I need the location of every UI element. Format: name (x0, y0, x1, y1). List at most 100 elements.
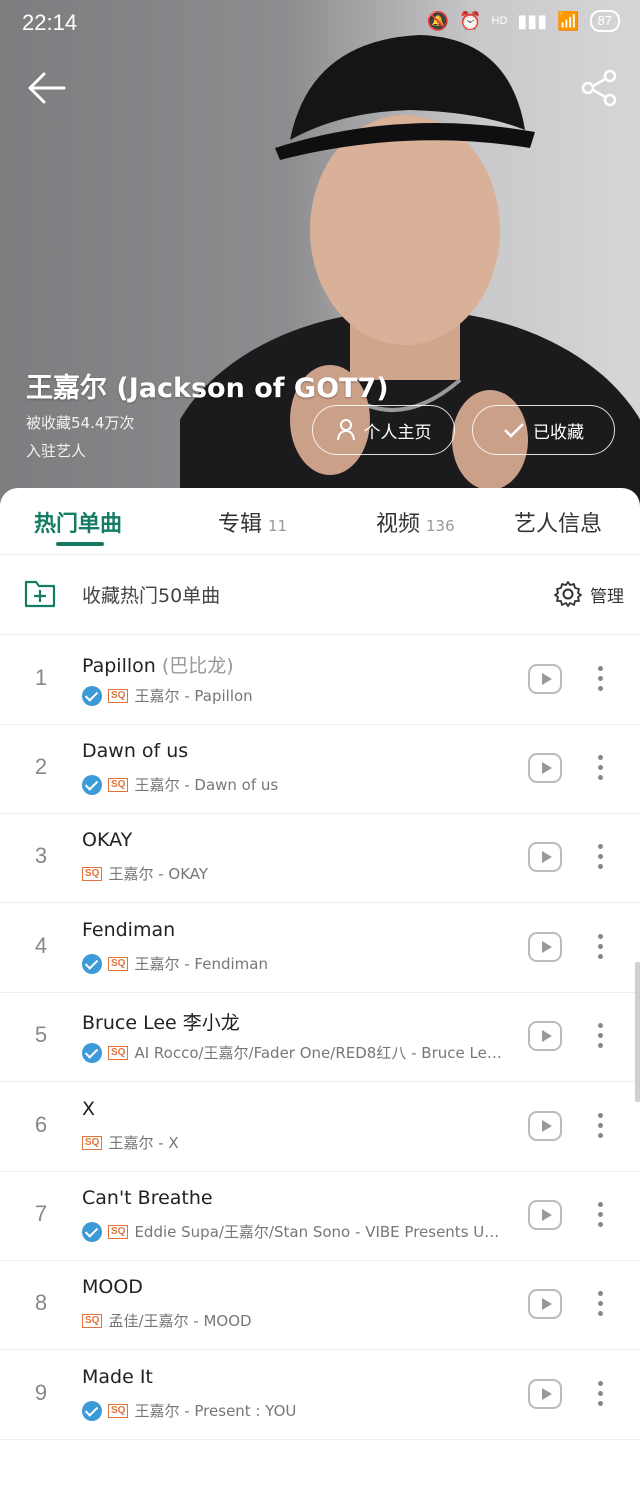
sq-badge: SQ (108, 1403, 129, 1418)
song-row[interactable]: 1 Papillon (巴比龙) SQ 王嘉尔 - Papillon (0, 635, 640, 725)
more-vertical-icon[interactable] (590, 1110, 610, 1142)
artist-homepage-button[interactable]: 个人主页 (312, 405, 455, 455)
play-icon[interactable] (528, 1021, 562, 1051)
song-title: Dawn of us (82, 740, 188, 762)
back-arrow-icon[interactable] (24, 68, 68, 108)
status-icons: 🔕 ⏰ HD ▮▮▮ 📶 87 (427, 10, 620, 32)
more-vertical-icon[interactable] (590, 1199, 610, 1231)
tab-label: 视频 (376, 512, 421, 537)
collect-hot-label[interactable]: 收藏热门50单曲 (82, 581, 220, 608)
more-vertical-icon[interactable] (590, 663, 610, 695)
song-row[interactable]: 6 X SQ 王嘉尔 - X (0, 1082, 640, 1172)
tab-albums[interactable]: 专辑 11 (218, 506, 287, 538)
song-title: Bruce Lee 李小龙 (82, 1008, 240, 1035)
network-label: HD (491, 15, 508, 27)
song-row[interactable]: 2 Dawn of us SQ 王嘉尔 - Dawn of us (0, 724, 640, 814)
share-icon[interactable] (580, 68, 620, 108)
artist-homepage-label: 个人主页 (363, 422, 432, 443)
more-vertical-icon[interactable] (590, 1378, 610, 1410)
artist-hero: 22:14 🔕 ⏰ HD ▮▮▮ 📶 87 王嘉尔 (Jackson of GO… (0, 0, 640, 520)
active-tab-indicator (56, 542, 104, 546)
favorite-count: 被收藏54.4万次 (26, 414, 135, 432)
alarm-icon: ⏰ (459, 10, 482, 31)
manage-label: 管理 (590, 586, 624, 607)
play-icon[interactable] (528, 753, 562, 783)
song-title-text: Bruce Lee 李小龙 (82, 1012, 240, 1034)
song-title-text: Dawn of us (82, 740, 189, 762)
play-icon[interactable] (528, 664, 562, 694)
song-row[interactable]: 9 Made It SQ 王嘉尔 - Present : YOU (0, 1350, 640, 1440)
status-time: 22:14 (22, 10, 78, 35)
song-artist-album: AI Rocco/王嘉尔/Fader One/RED8红八 - Bruce Le… (134, 1044, 505, 1062)
song-row[interactable]: 7 Can't Breathe SQ Eddie Supa/王嘉尔/Stan Sono… (0, 1171, 640, 1261)
tab-label: 艺人信息 (514, 512, 603, 537)
song-meta: SQ 王嘉尔 - Present : YOU (82, 1400, 296, 1421)
song-rank: 6 (34, 1112, 48, 1137)
song-rank: 8 (34, 1290, 48, 1315)
song-artist-album: 王嘉尔 - Present : YOU (134, 1402, 297, 1420)
sq-badge: SQ (82, 866, 103, 881)
more-vertical-icon[interactable] (590, 1288, 610, 1320)
song-artist-album: 王嘉尔 - OKAY (108, 865, 209, 883)
song-artist-album: 王嘉尔 - Dawn of us (134, 776, 279, 794)
more-vertical-icon[interactable] (590, 1020, 610, 1052)
tab-count: 11 (268, 517, 288, 535)
song-meta: SQ 王嘉尔 - OKAY (82, 863, 208, 884)
song-row[interactable]: 8 MOOD SQ 孟佳/王嘉尔 - MOOD (0, 1260, 640, 1350)
more-vertical-icon[interactable] (590, 841, 610, 873)
play-icon[interactable] (528, 1200, 562, 1230)
song-rank: 4 (34, 933, 48, 958)
song-artist-album: 王嘉尔 - X (108, 1134, 179, 1152)
favorited-button[interactable]: 已收藏 (472, 405, 615, 455)
tab-label: 专辑 (218, 512, 263, 537)
song-title: Can't Breathe (82, 1187, 213, 1209)
song-meta: SQ 孟佳/王嘉尔 - MOOD (82, 1310, 252, 1331)
person-icon (336, 419, 355, 441)
battery-indicator: 87 (589, 10, 620, 32)
scrollbar[interactable] (635, 962, 640, 1102)
song-artist-album: 王嘉尔 - Papillon (134, 687, 253, 705)
manage-button[interactable]: 管理 (554, 580, 624, 608)
check-icon (504, 423, 524, 438)
more-vertical-icon[interactable] (590, 752, 610, 784)
song-artist-album: Eddie Supa/王嘉尔/Stan Sono - VIBE Presents… (134, 1223, 505, 1241)
more-vertical-icon[interactable] (590, 931, 610, 963)
wifi-icon: 📶 (557, 10, 580, 31)
tab-hot-singles[interactable]: 热门单曲 (34, 506, 122, 538)
collect-hot-row: 收藏热门50单曲 管理 (0, 554, 640, 635)
play-icon[interactable] (528, 932, 562, 962)
tab-label: 热门单曲 (34, 512, 123, 537)
play-icon[interactable] (528, 1111, 562, 1141)
song-title-text: OKAY (82, 829, 133, 851)
song-rank: 2 (34, 754, 48, 779)
song-title: MOOD (82, 1276, 143, 1298)
song-row[interactable]: 3 OKAY SQ 王嘉尔 - OKAY (0, 813, 640, 903)
song-title: Papillon (巴比龙) (82, 651, 234, 678)
song-artist-album: 王嘉尔 - Fendiman (134, 955, 268, 973)
status-bar: 22:14 🔕 ⏰ HD ▮▮▮ 📶 87 (0, 0, 640, 46)
play-icon[interactable] (528, 1379, 562, 1409)
song-meta: SQ 王嘉尔 - Dawn of us (82, 774, 278, 795)
verified-icon (82, 1042, 102, 1063)
sq-badge: SQ (82, 1135, 103, 1150)
artist-name: 王嘉尔 (Jackson of GOT7) (26, 373, 389, 404)
song-title-text: MOOD (82, 1276, 143, 1298)
verified-icon (82, 1221, 102, 1242)
song-artist-album: 孟佳/王嘉尔 - MOOD (108, 1312, 252, 1330)
tab-bar: 热门单曲 专辑 11 视频 136 艺人信息 (0, 488, 640, 555)
song-title-text: Made It (82, 1366, 153, 1388)
play-icon[interactable] (528, 842, 562, 872)
verified-icon (82, 1400, 102, 1421)
song-title: Made It (82, 1366, 153, 1388)
tab-videos[interactable]: 视频 136 (376, 506, 455, 538)
play-icon[interactable] (528, 1289, 562, 1319)
mute-icon: 🔕 (426, 10, 450, 31)
song-meta: SQ 王嘉尔 - Papillon (82, 685, 253, 706)
song-row[interactable]: 4 Fendiman SQ 王嘉尔 - Fendiman (0, 903, 640, 993)
song-row[interactable]: 5 Bruce Lee 李小龙 SQ AI Rocco/王嘉尔/Fader One/R… (0, 992, 640, 1082)
sq-badge: SQ (108, 1045, 129, 1060)
song-rank: 9 (34, 1380, 48, 1405)
tab-artist-info[interactable]: 艺人信息 (514, 506, 602, 538)
folder-add-icon[interactable] (24, 578, 56, 608)
song-title: X (82, 1098, 95, 1120)
